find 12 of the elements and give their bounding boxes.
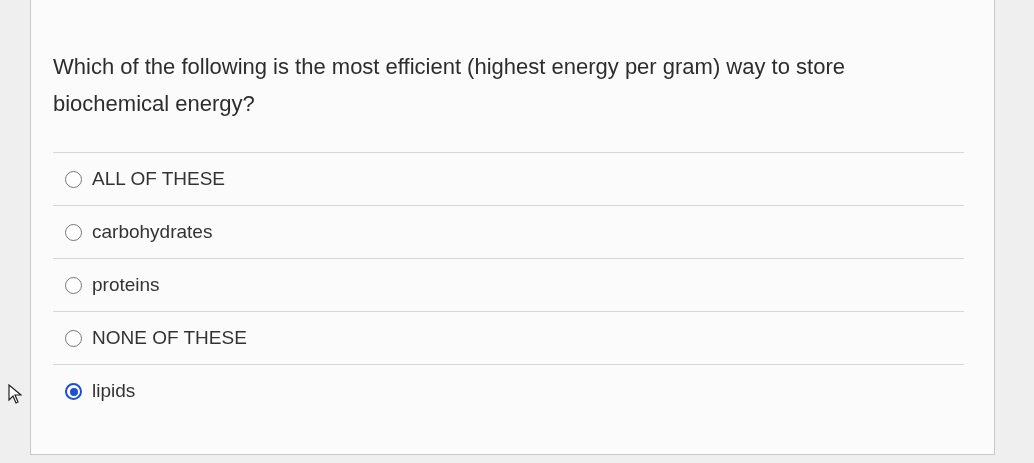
radio-button[interactable] [65,170,82,188]
radio-button[interactable] [65,329,82,347]
radio-button[interactable] [65,276,82,294]
option-label[interactable]: proteins [92,270,160,300]
option-label[interactable]: ALL OF THESE [92,164,226,194]
mouse-pointer-icon [8,384,22,404]
option-label[interactable]: NONE OF THESE [92,323,247,353]
radio-button[interactable] [65,383,82,400]
question-text: Which of the following is the most efficient (highest energy per gram) way to store biochemical energy? [53,53,846,118]
option-label[interactable]: carbohydrates [92,217,213,247]
option-label[interactable]: lipids [92,377,136,406]
radio-button[interactable] [65,223,82,241]
